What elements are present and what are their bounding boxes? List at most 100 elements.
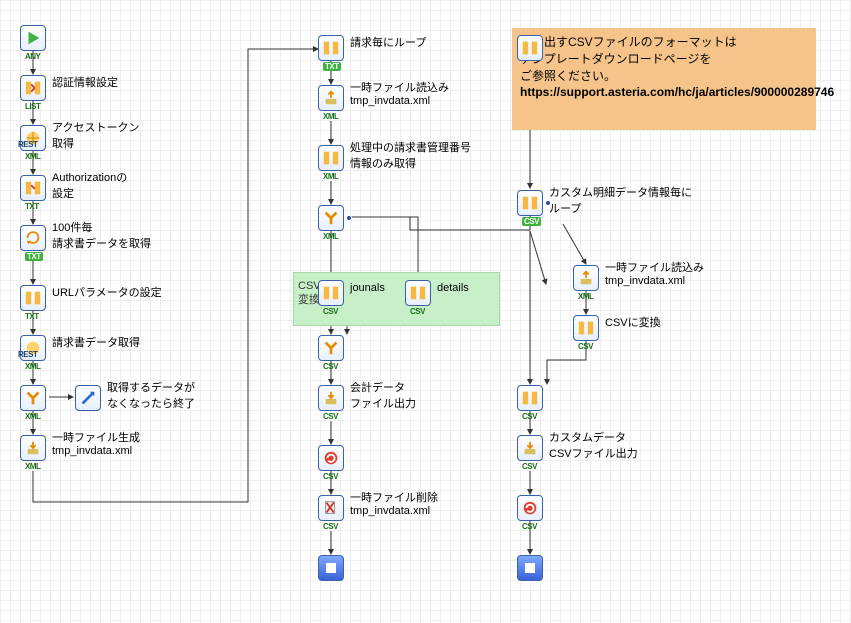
node-csv-convert-2[interactable]: CSVに変換 CSV — [573, 315, 599, 341]
type-tag: XML — [578, 292, 593, 301]
node-loop-custom[interactable]: カスタム明細データ情報毎に ループ CSV — [517, 190, 543, 216]
node-tmp-read-2[interactable]: 一時ファイル読込み tmp_invdata.xml XML — [573, 265, 599, 291]
node-get-data[interactable]: 請求書データ取得 REST XML — [20, 335, 46, 361]
node-tmp-gen[interactable]: 一時ファイル生成 tmp_invdata.xml XML — [20, 435, 46, 461]
node-label-2: 請求書データを取得 — [52, 235, 151, 251]
node-out-accounting[interactable]: 会計データ ファイル出力 CSV — [318, 385, 344, 411]
type-tag: XML — [323, 112, 338, 121]
node-label-1: 一時ファイル読込み — [350, 82, 449, 96]
type-tag: CSV — [323, 307, 338, 316]
node-label-2: CSVファイル出力 — [549, 445, 638, 461]
node-label: CSVに変換 — [605, 317, 661, 331]
node-label-2: tmp_invdata.xml — [605, 275, 685, 287]
node-conv1[interactable]: CSV — [318, 445, 344, 471]
comment-line: ご参照ください。 — [520, 68, 808, 85]
node-url-param[interactable]: URLパラメータの設定 TXT — [20, 285, 46, 311]
mapper-icon — [20, 75, 46, 101]
node-label-1: 取得するデータが — [107, 382, 195, 396]
type-tag: XML — [25, 462, 40, 471]
node-label-1: カスタム明細データ情報毎に — [549, 187, 692, 201]
node-label-2: tmp_invdata.xml — [52, 445, 132, 457]
mapper-icon — [405, 280, 431, 306]
type-tag: CSV — [522, 412, 537, 421]
type-tag: CSV — [323, 412, 338, 421]
type-tag: TXT — [323, 62, 341, 71]
type-tag: XML — [323, 232, 338, 241]
type-tag: CSV — [578, 342, 593, 351]
node-journals[interactable]: jounals CSV — [318, 280, 344, 306]
type-tag: XML — [323, 172, 338, 181]
comment-url: https://support.asteria.com/hc/ja/articl… — [520, 84, 808, 101]
group-label-2: 変換 — [298, 291, 320, 307]
node-access-token[interactable]: アクセストークン 取得 REST XML — [20, 125, 46, 151]
node-proc-2[interactable]: CSV — [517, 385, 543, 411]
mapper-icon — [517, 35, 543, 61]
start-icon — [20, 25, 46, 51]
mapper-icon — [573, 315, 599, 341]
node-label: jounals — [350, 282, 385, 296]
type-tag: TXT — [25, 202, 39, 211]
node-right-entry[interactable] — [517, 35, 543, 61]
node-tmp-del[interactable]: 一時ファイル削除 tmp_invdata.xml CSV — [318, 495, 344, 521]
type-tag: REST — [18, 350, 37, 359]
type-tag: XML — [25, 362, 40, 371]
mapper-icon — [318, 145, 344, 171]
node-label-1: 一時ファイル生成 — [52, 432, 140, 446]
loop-icon — [20, 225, 46, 251]
comment-line: テンプレートダウンロードページを — [520, 51, 808, 68]
node-label-1: 処理中の請求書管理番号 — [350, 142, 471, 156]
node-label-2: tmp_invdata.xml — [350, 505, 430, 517]
node-details[interactable]: details CSV — [405, 280, 431, 306]
type-tag: CSV — [323, 522, 338, 531]
port-dot — [545, 200, 551, 206]
mapper-icon — [20, 175, 46, 201]
comment-line: 書き出すCSVファイルのフォーマットは — [520, 34, 808, 51]
node-auth-set[interactable]: 認証情報設定 LIST — [20, 75, 46, 101]
node-label-2: ループ — [549, 200, 581, 216]
convert-icon — [517, 495, 543, 521]
fileput-icon — [20, 435, 46, 461]
node-filter[interactable]: 処理中の請求書管理番号 情報のみ取得 XML — [318, 145, 344, 171]
node-label-1: 一時ファイル読込み — [605, 262, 704, 276]
type-tag: REST — [18, 140, 37, 149]
comment-box: 書き出すCSVファイルのフォーマットは テンプレートダウンロードページを ご参照… — [512, 28, 816, 130]
fileget-icon — [318, 85, 344, 111]
loop-icon — [517, 190, 543, 216]
node-label-1: 会計データ — [350, 382, 405, 396]
type-tag: XML — [25, 412, 40, 421]
node-loop-invoice[interactable]: 請求毎にループ TXT — [318, 35, 344, 61]
node-end-2[interactable] — [517, 555, 543, 581]
type-tag: XML — [25, 152, 40, 161]
merge-icon — [318, 335, 344, 361]
type-tag: CSV — [522, 522, 537, 531]
node-label-2: なくなったら終了 — [107, 395, 195, 411]
type-tag: CSV — [522, 462, 537, 471]
node-end-1[interactable] — [318, 555, 344, 581]
branch-icon — [318, 205, 344, 231]
node-label-1: アクセストークン — [52, 122, 139, 136]
port-dot — [346, 215, 352, 221]
type-tag: TXT — [25, 252, 43, 261]
node-label: 請求書データ取得 — [52, 337, 140, 351]
node-label-2: tmp_invdata.xml — [350, 95, 430, 107]
node-authorization[interactable]: Authorizationの 設定 TXT — [20, 175, 46, 201]
type-tag: CSV — [410, 307, 425, 316]
node-out-custom[interactable]: カスタムデータ CSVファイル出力 CSV — [517, 435, 543, 461]
node-label-2: 情報のみ取得 — [350, 155, 416, 171]
node-split[interactable]: XML — [318, 205, 344, 231]
node-tmp-read[interactable]: 一時ファイル読込み tmp_invdata.xml XML — [318, 85, 344, 111]
filedel-icon — [318, 495, 344, 521]
type-tag: CSV — [323, 472, 338, 481]
node-branch-exit[interactable]: 取得するデータが なくなったら終了 — [75, 385, 101, 411]
node-label-2: 設定 — [52, 185, 74, 201]
loop-icon — [318, 35, 344, 61]
node-label-2: ファイル出力 — [350, 395, 416, 411]
exit-icon — [75, 385, 101, 411]
node-label-1: 100件毎 — [52, 222, 92, 236]
type-tag: LIST — [25, 102, 40, 111]
node-start[interactable]: ANY — [20, 25, 46, 51]
node-conv-2[interactable]: CSV — [517, 495, 543, 521]
node-get-100[interactable]: 100件毎 請求書データを取得 TXT — [20, 225, 46, 251]
node-merge[interactable]: CSV — [318, 335, 344, 361]
node-branch[interactable]: XML — [20, 385, 46, 411]
